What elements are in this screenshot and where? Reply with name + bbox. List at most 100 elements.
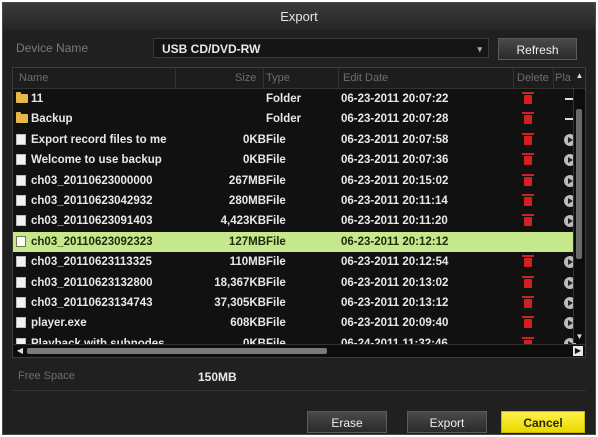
table-row[interactable]: Backup Folder 06-23-2011 20:07:28	[13, 109, 575, 131]
delete-button[interactable]	[518, 92, 534, 107]
divider	[12, 390, 586, 391]
delete-button[interactable]	[518, 214, 534, 229]
trash-icon	[522, 173, 534, 186]
table-row[interactable]: ch03_20110623134743 37,305KB File 06-23-201…	[13, 293, 576, 315]
row-icon-cell	[16, 252, 29, 274]
delete-cell[interactable]	[518, 89, 538, 111]
table-row[interactable]: ch03_20110623113325 110MB File 06-23-2011 2…	[13, 252, 576, 274]
delete-button[interactable]	[518, 132, 534, 148]
file-size: 127MB	[228, 235, 266, 248]
header-date[interactable]: Edit Date	[343, 72, 388, 84]
file-edit-date: 06-23-2011 20:13:02	[341, 276, 449, 289]
free-space-value: 150MB	[198, 370, 237, 384]
file-icon	[16, 235, 26, 247]
row-icon-cell	[16, 130, 29, 152]
file-icon	[16, 276, 26, 288]
delete-cell[interactable]	[518, 130, 538, 152]
cancel-button[interactable]: Cancel	[501, 411, 585, 433]
table-row[interactable]: Export record files to me 0KB File 06-23-20…	[13, 130, 576, 152]
delete-cell[interactable]	[518, 313, 538, 335]
scroll-down-icon[interactable]: ▼	[575, 332, 584, 341]
delete-button[interactable]	[518, 255, 534, 270]
free-space-label: Free Space	[18, 370, 75, 382]
file-type: File	[266, 276, 286, 289]
table-row[interactable]: ch03_20110623092323 127MB File 06-23-2011 2…	[13, 231, 573, 254]
file-size: 280MB	[228, 194, 266, 207]
table-row[interactable]: Welcome to use backup 0KB File 06-23-2011 2…	[13, 150, 576, 172]
header-delete[interactable]: Delete	[517, 72, 549, 84]
table-row[interactable]: 11 Folder 06-23-2011 20:07:22	[13, 89, 575, 111]
delete-cell[interactable]	[518, 273, 538, 295]
file-type: File	[266, 235, 286, 248]
delete-button[interactable]	[518, 193, 534, 209]
column-divider	[338, 68, 339, 88]
delete-cell[interactable]	[518, 293, 538, 315]
delete-cell[interactable]	[518, 211, 538, 233]
file-name: ch03_20110623132800	[31, 276, 153, 289]
header-type[interactable]: Type	[266, 72, 290, 84]
file-size: 267MB	[228, 174, 266, 187]
delete-cell[interactable]	[518, 191, 538, 213]
file-icon	[16, 154, 26, 166]
file-edit-date: 06-23-2011 20:07:58	[341, 133, 449, 146]
device-select-value: USB CD/DVD-RW	[162, 42, 261, 56]
erase-button[interactable]: Erase	[307, 411, 387, 433]
table-row[interactable]: ch03_20110623132800 18,367KB File 06-23-201…	[13, 273, 576, 295]
trash-icon	[522, 316, 534, 329]
vertical-scroll-thumb[interactable]	[576, 109, 582, 259]
file-edit-date: 06-23-2011 20:11:14	[341, 194, 448, 207]
header-play[interactable]: Pla	[555, 72, 571, 84]
horizontal-scroll-thumb[interactable]	[27, 348, 327, 354]
file-size: 4,423KB	[220, 215, 266, 228]
delete-cell[interactable]	[518, 171, 538, 193]
column-divider	[513, 68, 514, 88]
header-size[interactable]: Size	[235, 72, 256, 84]
trash-icon	[522, 112, 534, 125]
row-icon-cell	[16, 232, 29, 254]
delete-cell[interactable]	[518, 252, 538, 274]
refresh-button[interactable]: Refresh	[498, 38, 577, 60]
row-icon-cell	[16, 313, 29, 335]
delete-button[interactable]	[518, 275, 534, 291]
horizontal-scrollbar[interactable]: ◀ ▶	[13, 344, 585, 357]
delete-button[interactable]	[518, 153, 534, 168]
dialog-title: Export	[3, 3, 595, 30]
file-icon	[16, 256, 26, 268]
device-select[interactable]: USB CD/DVD-RW ▾	[153, 38, 489, 58]
file-name: ch03_20110623113325	[31, 256, 152, 269]
scroll-right-icon[interactable]: ▶	[573, 346, 583, 356]
header-name[interactable]: Name	[19, 72, 48, 84]
file-edit-date: 06-23-2011 20:12:54	[341, 256, 449, 269]
file-type: Folder	[266, 113, 302, 126]
file-size: 0KB	[242, 154, 266, 167]
file-name: player.exe	[31, 317, 87, 330]
file-edit-date: 06-23-2011 20:07:28	[341, 113, 449, 126]
file-type: File	[266, 296, 286, 309]
table-row[interactable]: ch03_20110623091403 4,423KB File 06-23-2011…	[13, 211, 576, 233]
row-icon-cell	[16, 273, 29, 295]
file-name: Backup	[31, 113, 73, 126]
delete-cell[interactable]	[518, 150, 538, 172]
delete-button[interactable]	[518, 295, 534, 311]
file-icon	[16, 174, 26, 186]
table-row[interactable]: ch03_20110623000000 267MB File 06-23-2011 2…	[13, 171, 576, 193]
row-icon-cell	[16, 171, 29, 193]
file-size: 608KB	[230, 317, 266, 330]
table-row[interactable]: player.exe 608KB File 06-23-2011 20:09:40	[13, 313, 576, 335]
vertical-scrollbar[interactable]: ▲ ▼	[573, 71, 585, 343]
scroll-left-icon[interactable]: ◀	[15, 346, 25, 356]
table-row[interactable]: ch03_20110623042932 280MB File 06-23-2011 2…	[13, 191, 576, 213]
delete-button[interactable]	[518, 316, 534, 331]
file-edit-date: 06-23-2011 20:15:02	[341, 174, 449, 187]
delete-button[interactable]	[518, 112, 534, 127]
export-button[interactable]: Export	[407, 411, 487, 433]
file-edit-date: 06-23-2011 20:12:12	[341, 235, 449, 248]
trash-icon	[522, 153, 534, 166]
file-name: 11	[31, 93, 44, 105]
scroll-up-icon[interactable]: ▲	[575, 71, 584, 80]
delete-button[interactable]	[518, 173, 534, 189]
free-space-row: Free Space 150MB	[12, 365, 586, 391]
table-header: Name Size Type Edit Date Delete Pla	[13, 68, 585, 89]
delete-cell[interactable]	[518, 109, 538, 131]
trash-icon	[522, 193, 534, 206]
